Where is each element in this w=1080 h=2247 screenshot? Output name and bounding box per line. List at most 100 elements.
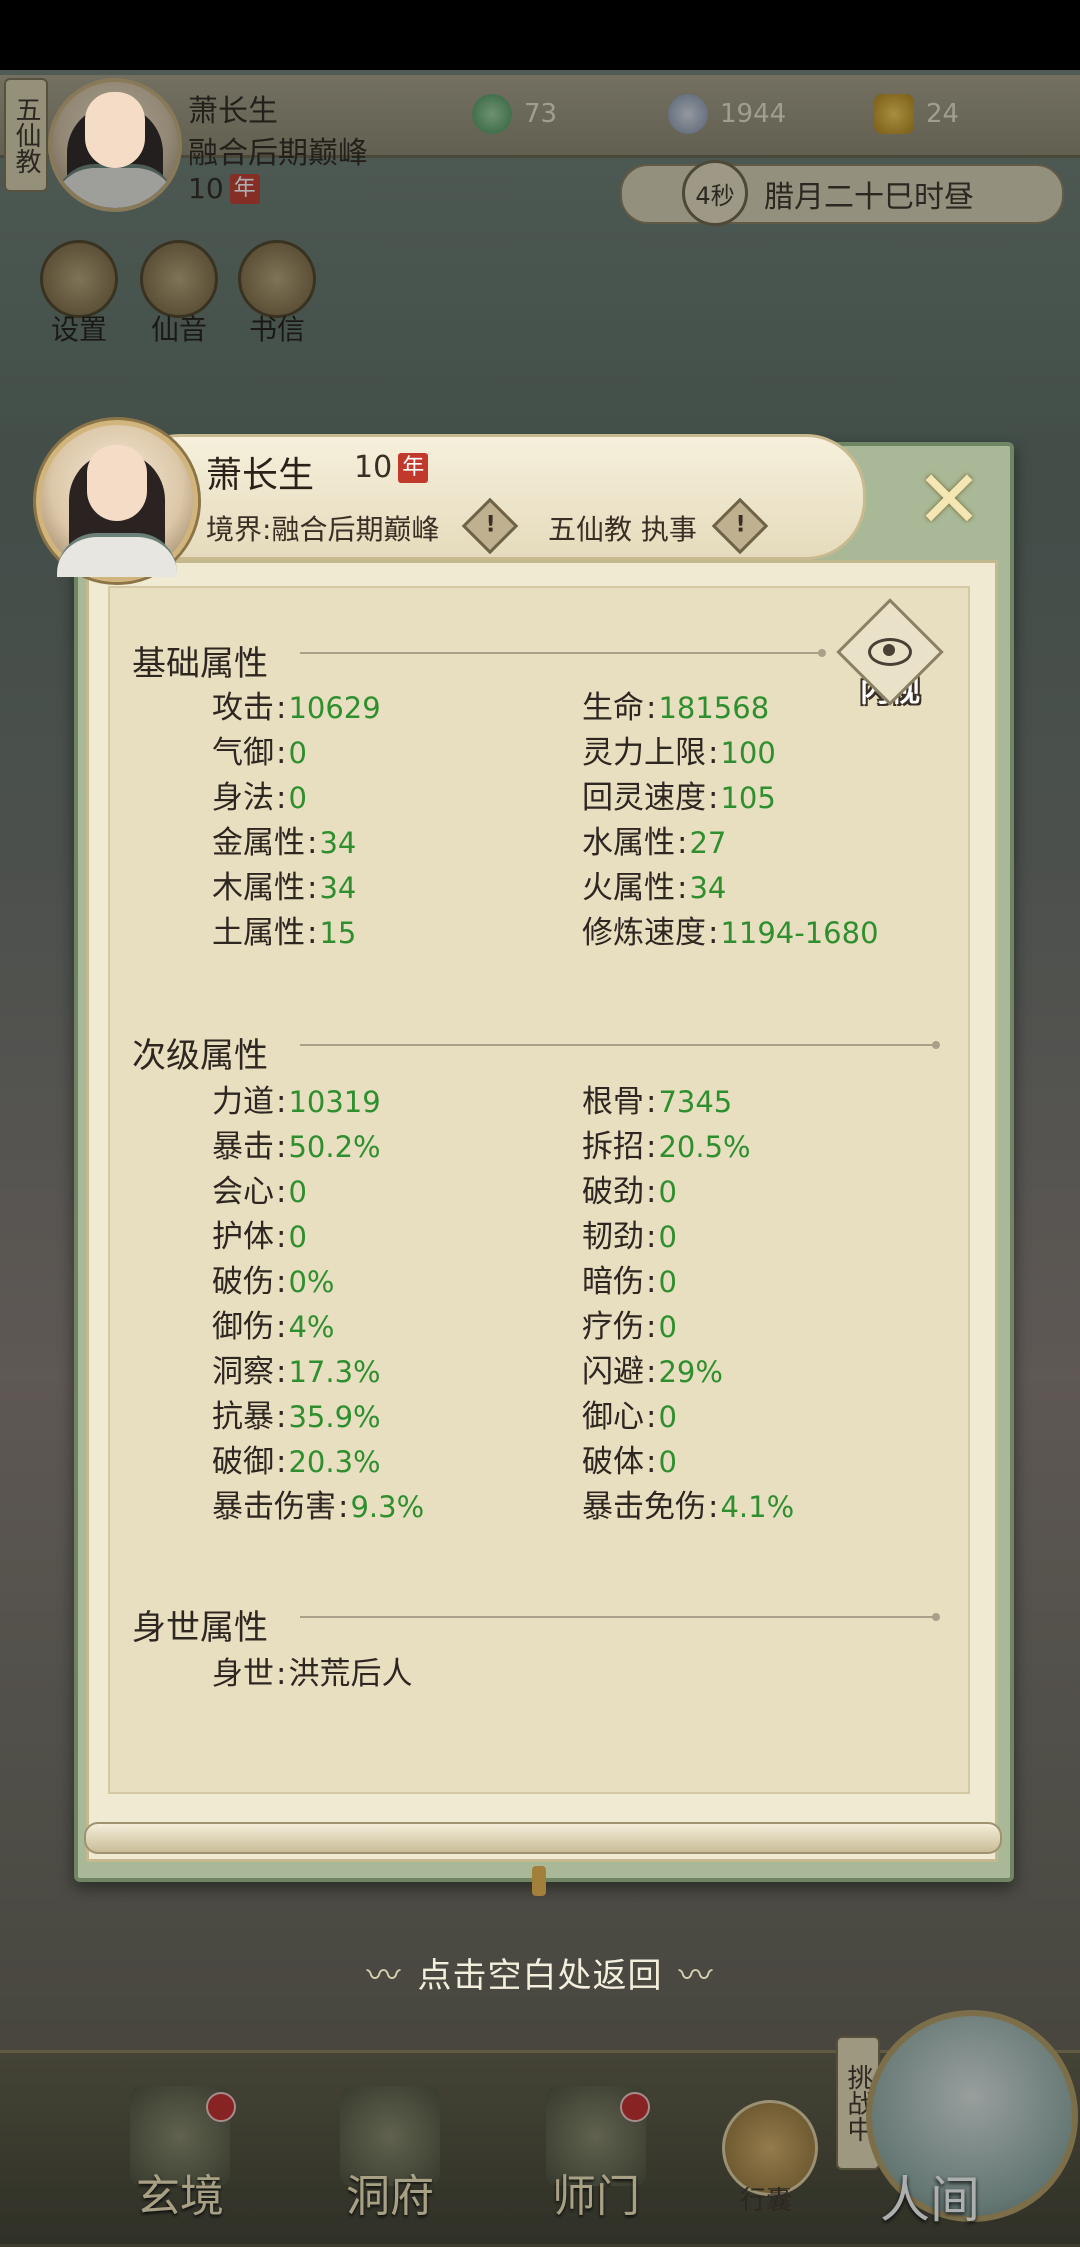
stat-colon: : xyxy=(646,1309,657,1345)
stat-label: 破劲 xyxy=(582,1174,644,1210)
stat-value: 0 xyxy=(658,1265,677,1299)
realm-row: 境界:融合后期巅峰 xyxy=(206,508,439,548)
stat-colon: : xyxy=(276,1354,287,1390)
stat-colon: : xyxy=(708,735,719,771)
stat-label: 回灵速度 xyxy=(582,780,706,816)
stat-colon: : xyxy=(276,1084,287,1120)
stat-value: 20.5% xyxy=(658,1130,751,1164)
stat-colon: : xyxy=(708,915,719,951)
realm-label: 境界 xyxy=(206,513,263,546)
basic-attributes-title: 基础属性 xyxy=(132,644,268,684)
stat-label: 身世 xyxy=(212,1656,274,1692)
stat-label: 破御 xyxy=(212,1444,274,1480)
stat-colon: : xyxy=(276,1129,287,1165)
stat-colon: : xyxy=(276,1309,287,1345)
stat-label: 疗伤 xyxy=(582,1309,644,1345)
stat-row: 修炼速度:1194-1680 xyxy=(582,907,879,952)
close-button[interactable]: ✕ xyxy=(904,460,994,540)
realm-value: 融合后期巅峰 xyxy=(271,513,440,546)
sect-position: 五仙教 执事 xyxy=(548,513,697,546)
stat-colon: : xyxy=(338,1489,349,1525)
stat-row: 护体:0 xyxy=(212,1211,307,1256)
stat-value: 0 xyxy=(658,1175,677,1209)
sect-info-mark: ! xyxy=(735,512,746,538)
stat-label: 会心 xyxy=(212,1174,274,1210)
stat-label: 御伤 xyxy=(212,1309,274,1345)
stat-label: 水属性 xyxy=(582,825,675,861)
avatar-face xyxy=(87,444,147,521)
stat-colon: : xyxy=(646,1084,657,1120)
stat-row: 韧劲:0 xyxy=(582,1211,677,1256)
stat-label: 灵力上限 xyxy=(582,735,706,771)
stat-colon: : xyxy=(307,915,318,951)
stat-row: 破劲:0 xyxy=(582,1166,677,1211)
stat-colon: : xyxy=(276,780,287,816)
stat-row: 抗暴:35.9% xyxy=(212,1391,381,1436)
stat-label: 破体 xyxy=(582,1444,644,1480)
stat-row: 拆招:20.5% xyxy=(582,1121,751,1166)
stat-value: 50.2% xyxy=(288,1130,381,1164)
stat-label: 身法 xyxy=(212,780,274,816)
stat-colon: : xyxy=(276,1399,287,1435)
stat-row: 回灵速度:105 xyxy=(582,772,776,817)
stat-colon: : xyxy=(646,690,657,726)
stat-row: 会心:0 xyxy=(212,1166,307,1211)
stat-value: 29% xyxy=(658,1355,723,1389)
stat-label: 破伤 xyxy=(212,1264,274,1300)
character-age: 10 年 xyxy=(354,450,429,485)
stat-value: 0 xyxy=(658,1400,677,1434)
stat-colon: : xyxy=(646,1354,657,1390)
stat-row: 破体:0 xyxy=(582,1436,677,1481)
stat-label: 金属性 xyxy=(212,825,305,861)
stat-colon: : xyxy=(276,690,287,726)
stat-label: 攻击 xyxy=(212,690,274,726)
stat-row: 破伤:0% xyxy=(212,1256,334,1301)
stat-value: 105 xyxy=(720,781,776,815)
stat-row: 御心:0 xyxy=(582,1391,677,1436)
stat-value: 4% xyxy=(288,1310,335,1344)
scroll-tassel xyxy=(532,1866,546,1896)
year-stamp: 年 xyxy=(398,452,429,483)
stat-colon: : xyxy=(646,1129,657,1165)
stat-label: 暴击伤害 xyxy=(212,1489,336,1525)
stat-row: 闪避:29% xyxy=(582,1346,723,1391)
stat-value: 0 xyxy=(658,1445,677,1479)
stat-label: 生命 xyxy=(582,690,644,726)
stat-label: 土属性 xyxy=(212,915,305,951)
stat-value: 100 xyxy=(720,736,776,770)
innerview-button[interactable]: 内视 xyxy=(836,598,944,710)
stat-row: 金属性:34 xyxy=(212,817,356,862)
stat-colon: : xyxy=(276,1264,287,1300)
stat-label: 修炼速度 xyxy=(582,915,706,951)
stat-value: 0 xyxy=(288,781,307,815)
stat-label: 护体 xyxy=(212,1219,274,1255)
stat-value: 181568 xyxy=(658,691,770,725)
stat-value: 0 xyxy=(658,1310,677,1344)
stat-colon: : xyxy=(677,870,688,906)
stat-label: 火属性 xyxy=(582,870,675,906)
stat-colon: : xyxy=(708,780,719,816)
stat-label: 力道 xyxy=(212,1084,274,1120)
eye-icon xyxy=(836,598,944,706)
stat-value: 10629 xyxy=(288,691,381,725)
stat-row: 火属性:34 xyxy=(582,862,726,907)
stat-row: 气御:0 xyxy=(212,727,307,772)
stat-row: 水属性:27 xyxy=(582,817,726,862)
stat-label: 暗伤 xyxy=(582,1264,644,1300)
stat-row: 身世:洪荒后人 xyxy=(212,1648,412,1693)
stat-value: 0 xyxy=(288,1220,307,1254)
stat-row: 洞察:17.3% xyxy=(212,1346,381,1391)
stat-colon: : xyxy=(677,825,688,861)
stat-row: 土属性:15 xyxy=(212,907,356,952)
stat-colon: : xyxy=(276,1444,287,1480)
stat-label: 洞察 xyxy=(212,1354,274,1390)
section-divider xyxy=(300,649,826,657)
stat-value: 34 xyxy=(319,871,357,905)
stat-colon: : xyxy=(646,1264,657,1300)
stat-label: 御心 xyxy=(582,1399,644,1435)
scroll-rod xyxy=(84,1822,1002,1854)
stat-label: 木属性 xyxy=(212,870,305,906)
stat-value: 1194-1680 xyxy=(720,916,879,950)
stat-value: 35.9% xyxy=(288,1400,381,1434)
stat-value: 9.3% xyxy=(350,1490,425,1524)
